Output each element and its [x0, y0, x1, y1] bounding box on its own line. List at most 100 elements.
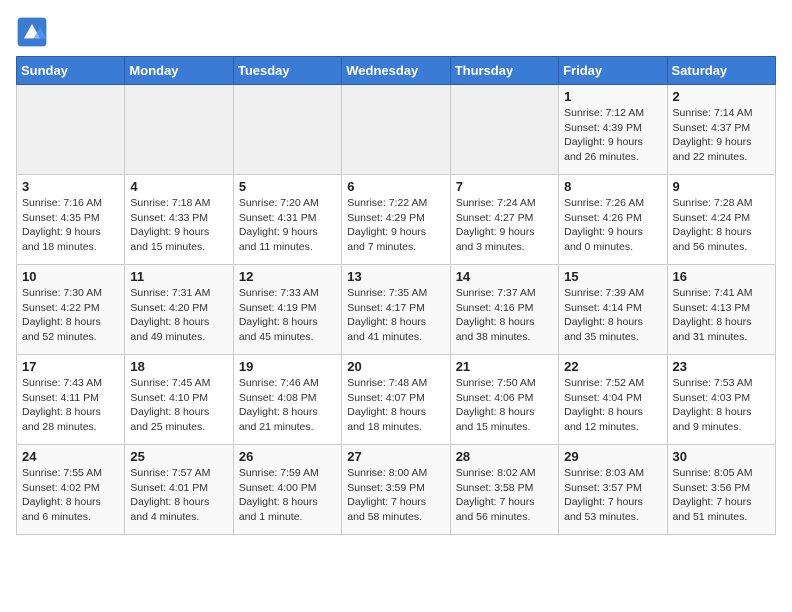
calendar-cell: 30 Sunrise: 8:05 AM Sunset: 3:56 PM Dayli… [667, 445, 775, 535]
day-info: Sunrise: 7:46 AM Sunset: 4:08 PM Dayligh… [239, 376, 336, 435]
day-info: Sunrise: 7:37 AM Sunset: 4:16 PM Dayligh… [456, 286, 553, 345]
calendar-cell: 8 Sunrise: 7:26 AM Sunset: 4:26 PM Daylig… [559, 175, 667, 265]
day-info: Sunrise: 7:39 AM Sunset: 4:14 PM Dayligh… [564, 286, 661, 345]
calendar-cell: 6 Sunrise: 7:22 AM Sunset: 4:29 PM Daylig… [342, 175, 450, 265]
day-info: Sunrise: 7:57 AM Sunset: 4:01 PM Dayligh… [130, 466, 227, 525]
day-info: Sunrise: 7:18 AM Sunset: 4:33 PM Dayligh… [130, 196, 227, 255]
col-header-saturday: Saturday [667, 57, 775, 85]
day-info: Sunrise: 7:41 AM Sunset: 4:13 PM Dayligh… [673, 286, 770, 345]
day-number: 7 [456, 179, 553, 194]
day-info: Sunrise: 7:24 AM Sunset: 4:27 PM Dayligh… [456, 196, 553, 255]
day-info: Sunrise: 8:03 AM Sunset: 3:57 PM Dayligh… [564, 466, 661, 525]
day-number: 29 [564, 449, 661, 464]
calendar-cell: 26 Sunrise: 7:59 AM Sunset: 4:00 PM Dayli… [233, 445, 341, 535]
day-info: Sunrise: 7:48 AM Sunset: 4:07 PM Dayligh… [347, 376, 444, 435]
calendar-cell: 7 Sunrise: 7:24 AM Sunset: 4:27 PM Daylig… [450, 175, 558, 265]
calendar-table: SundayMondayTuesdayWednesdayThursdayFrid… [16, 56, 776, 535]
calendar-cell: 13 Sunrise: 7:35 AM Sunset: 4:17 PM Dayli… [342, 265, 450, 355]
day-info: Sunrise: 7:59 AM Sunset: 4:00 PM Dayligh… [239, 466, 336, 525]
day-info: Sunrise: 7:52 AM Sunset: 4:04 PM Dayligh… [564, 376, 661, 435]
day-number: 20 [347, 359, 444, 374]
day-number: 28 [456, 449, 553, 464]
calendar-cell: 16 Sunrise: 7:41 AM Sunset: 4:13 PM Dayli… [667, 265, 775, 355]
day-number: 19 [239, 359, 336, 374]
day-info: Sunrise: 7:26 AM Sunset: 4:26 PM Dayligh… [564, 196, 661, 255]
calendar-cell: 29 Sunrise: 8:03 AM Sunset: 3:57 PM Dayli… [559, 445, 667, 535]
calendar-cell [233, 85, 341, 175]
calendar-cell: 18Sunrise: 7:45 AM Sunset: 4:10 PM Dayli… [125, 355, 233, 445]
day-number: 10 [22, 269, 119, 284]
day-number: 26 [239, 449, 336, 464]
day-number: 25 [130, 449, 227, 464]
calendar-cell: 28 Sunrise: 8:02 AM Sunset: 3:58 PM Dayli… [450, 445, 558, 535]
col-header-sunday: Sunday [17, 57, 125, 85]
col-header-thursday: Thursday [450, 57, 558, 85]
col-header-wednesday: Wednesday [342, 57, 450, 85]
logo-icon [16, 16, 48, 48]
day-number: 27 [347, 449, 444, 464]
day-info: Sunrise: 7:33 AM Sunset: 4:19 PM Dayligh… [239, 286, 336, 345]
day-info: Sunrise: 7:28 AM Sunset: 4:24 PM Dayligh… [673, 196, 770, 255]
calendar-cell: 5 Sunrise: 7:20 AM Sunset: 4:31 PM Daylig… [233, 175, 341, 265]
calendar-cell: 19 Sunrise: 7:46 AM Sunset: 4:08 PM Dayli… [233, 355, 341, 445]
day-number: 15 [564, 269, 661, 284]
day-number: 14 [456, 269, 553, 284]
calendar-cell [17, 85, 125, 175]
day-info: Sunrise: 7:20 AM Sunset: 4:31 PM Dayligh… [239, 196, 336, 255]
calendar-cell: 3Sunrise: 7:16 AM Sunset: 4:35 PM Daylig… [17, 175, 125, 265]
col-header-friday: Friday [559, 57, 667, 85]
day-number: 6 [347, 179, 444, 194]
day-number: 23 [673, 359, 770, 374]
day-number: 9 [673, 179, 770, 194]
calendar-cell: 17Sunrise: 7:43 AM Sunset: 4:11 PM Dayli… [17, 355, 125, 445]
day-info: Sunrise: 7:30 AM Sunset: 4:22 PM Dayligh… [22, 286, 119, 345]
logo [16, 16, 52, 48]
day-info: Sunrise: 7:31 AM Sunset: 4:20 PM Dayligh… [130, 286, 227, 345]
day-info: Sunrise: 7:12 AM Sunset: 4:39 PM Dayligh… [564, 106, 661, 165]
day-number: 13 [347, 269, 444, 284]
calendar-cell: 21 Sunrise: 7:50 AM Sunset: 4:06 PM Dayli… [450, 355, 558, 445]
day-info: Sunrise: 7:14 AM Sunset: 4:37 PM Dayligh… [673, 106, 770, 165]
day-number: 2 [673, 89, 770, 104]
day-number: 16 [673, 269, 770, 284]
day-number: 8 [564, 179, 661, 194]
day-number: 12 [239, 269, 336, 284]
calendar-cell [342, 85, 450, 175]
calendar-cell: 24 Sunrise: 7:55 AM Sunset: 4:02 PM Dayli… [17, 445, 125, 535]
day-number: 5 [239, 179, 336, 194]
day-number: 11 [130, 269, 227, 284]
day-info: Sunrise: 7:35 AM Sunset: 4:17 PM Dayligh… [347, 286, 444, 345]
day-number: 1 [564, 89, 661, 104]
calendar-cell: 1 Sunrise: 7:12 AM Sunset: 4:39 PM Daylig… [559, 85, 667, 175]
day-info: Sunrise: 7:53 AM Sunset: 4:03 PM Dayligh… [673, 376, 770, 435]
calendar-cell: 10 Sunrise: 7:30 AM Sunset: 4:22 PM Dayli… [17, 265, 125, 355]
day-info: Sunrise: 7:50 AM Sunset: 4:06 PM Dayligh… [456, 376, 553, 435]
calendar-cell: 12 Sunrise: 7:33 AM Sunset: 4:19 PM Dayli… [233, 265, 341, 355]
col-header-tuesday: Tuesday [233, 57, 341, 85]
col-header-monday: Monday [125, 57, 233, 85]
day-number: 30 [673, 449, 770, 464]
calendar-cell: 23 Sunrise: 7:53 AM Sunset: 4:03 PM Dayli… [667, 355, 775, 445]
calendar-cell: 27 Sunrise: 8:00 AM Sunset: 3:59 PM Dayli… [342, 445, 450, 535]
calendar-cell: 2 Sunrise: 7:14 AM Sunset: 4:37 PM Daylig… [667, 85, 775, 175]
day-info: Sunrise: 8:00 AM Sunset: 3:59 PM Dayligh… [347, 466, 444, 525]
calendar-cell: 14 Sunrise: 7:37 AM Sunset: 4:16 PM Dayli… [450, 265, 558, 355]
calendar-cell: 4 Sunrise: 7:18 AM Sunset: 4:33 PM Daylig… [125, 175, 233, 265]
day-number: 24 [22, 449, 119, 464]
day-info: Sunrise: 8:05 AM Sunset: 3:56 PM Dayligh… [673, 466, 770, 525]
day-info: Sunrise: 7:55 AM Sunset: 4:02 PM Dayligh… [22, 466, 119, 525]
day-number: 4 [130, 179, 227, 194]
calendar-cell: 9 Sunrise: 7:28 AM Sunset: 4:24 PM Daylig… [667, 175, 775, 265]
calendar-cell: 25 Sunrise: 7:57 AM Sunset: 4:01 PM Dayli… [125, 445, 233, 535]
calendar-cell [125, 85, 233, 175]
calendar-cell: 22Sunrise: 7:52 AM Sunset: 4:04 PM Dayli… [559, 355, 667, 445]
day-number: 3 [22, 179, 119, 194]
calendar-cell: 20 Sunrise: 7:48 AM Sunset: 4:07 PM Dayli… [342, 355, 450, 445]
day-info: Sunrise: 7:45 AM Sunset: 4:10 PM Dayligh… [130, 376, 227, 435]
page-header [16, 16, 776, 48]
day-number: 21 [456, 359, 553, 374]
day-info: Sunrise: 7:43 AM Sunset: 4:11 PM Dayligh… [22, 376, 119, 435]
day-info: Sunrise: 7:22 AM Sunset: 4:29 PM Dayligh… [347, 196, 444, 255]
day-info: Sunrise: 8:02 AM Sunset: 3:58 PM Dayligh… [456, 466, 553, 525]
calendar-cell: 15 Sunrise: 7:39 AM Sunset: 4:14 PM Dayli… [559, 265, 667, 355]
